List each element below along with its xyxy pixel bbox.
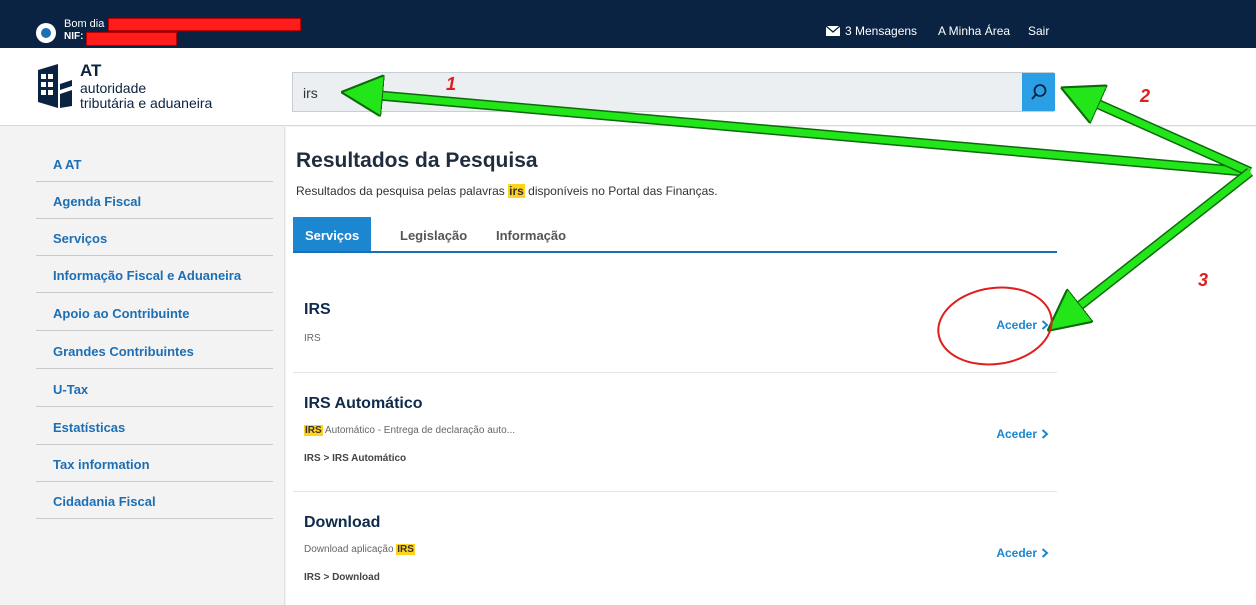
sidebar-item-servicos[interactable]: Serviços	[36, 219, 273, 256]
chevron-right-icon	[1041, 548, 1049, 558]
result-description: IRS	[304, 333, 321, 344]
sidebar-item-agenda-fiscal[interactable]: Agenda Fiscal	[36, 182, 273, 219]
redacted-name	[108, 18, 301, 31]
main-content: Resultados da Pesquisa Resultados da pes…	[286, 127, 1256, 605]
aceder-button[interactable]: Aceder	[996, 427, 1049, 441]
result-item: IRS Automático IRS Automático - Entrega …	[293, 373, 1057, 492]
messages-label: 3 Mensagens	[845, 24, 918, 38]
search-input[interactable]	[303, 83, 1003, 103]
nif-label: NIF:	[64, 31, 84, 42]
result-item: Download Download aplicação IRS IRS > Do…	[293, 492, 1057, 605]
aceder-button[interactable]: Aceder	[996, 546, 1049, 560]
search-icon	[1030, 84, 1046, 100]
sidebar: A AT Agenda Fiscal Serviços Informação F…	[0, 127, 285, 605]
greeting-text: Bom dia	[64, 18, 105, 30]
tab-servicos[interactable]: Serviços	[293, 217, 372, 251]
result-highlight: IRS	[304, 425, 323, 436]
sidebar-item-u-tax[interactable]: U-Tax	[36, 370, 273, 407]
logo-line2: tributária e aduaneira	[80, 95, 213, 111]
result-path: IRS > IRS Automático	[304, 453, 407, 464]
tab-bar: Serviços Legislação Informação	[293, 217, 1057, 253]
result-title[interactable]: IRS	[304, 301, 331, 319]
result-title[interactable]: Download	[304, 514, 380, 532]
logo-line1: autoridade	[80, 80, 147, 96]
result-description: IRS Automático - Entrega de declaração a…	[304, 425, 515, 436]
logout-link[interactable]: Sair	[1028, 24, 1049, 38]
aceder-label: Aceder	[996, 546, 1037, 560]
aceder-button[interactable]: Aceder	[996, 318, 1049, 332]
result-title[interactable]: IRS Automático	[304, 395, 423, 413]
result-desc-text: Automático - Entrega de declaração auto.…	[322, 425, 516, 436]
step-number-3: 3	[1198, 270, 1209, 290]
aceder-label: Aceder	[996, 318, 1037, 332]
chevron-right-icon	[1041, 320, 1049, 330]
header: AT autoridade tributária e aduaneira	[0, 48, 1256, 126]
messages-link[interactable]: 3 Mensagens	[826, 24, 917, 38]
my-area-link[interactable]: A Minha Área	[938, 24, 1010, 38]
tab-informacao[interactable]: Informação	[484, 217, 578, 251]
aceder-label: Aceder	[996, 427, 1037, 441]
sidebar-item-tax-information[interactable]: Tax information	[36, 445, 273, 482]
sidebar-item-informacao-fiscal[interactable]: Informação Fiscal e Aduaneira	[36, 256, 273, 293]
results-subtitle: Resultados da pesquisa pelas palavras ir…	[296, 184, 718, 198]
search-box	[292, 72, 1055, 112]
search-button[interactable]	[1022, 73, 1055, 111]
top-bar: Bom dia NIF: 3 Mensagens A Minha Área Sa…	[0, 0, 1256, 48]
envelope-icon	[826, 26, 840, 36]
result-path: IRS > Download	[304, 572, 380, 583]
result-description: Download aplicação IRS	[304, 544, 415, 555]
page-title: Resultados da Pesquisa	[296, 149, 538, 172]
tab-legislacao[interactable]: Legislação	[388, 217, 479, 251]
step-number-2: 2	[1140, 86, 1151, 106]
page: Bom dia NIF: 3 Mensagens A Minha Área Sa…	[0, 0, 1256, 605]
sidebar-item-a-at[interactable]: A AT	[36, 145, 273, 182]
subtitle-pre: Resultados da pesquisa pelas palavras	[296, 184, 509, 198]
avatar[interactable]	[36, 23, 56, 43]
result-desc-text: Download aplicação	[304, 544, 397, 555]
redacted-nif	[86, 32, 177, 46]
sidebar-item-cidadania-fiscal[interactable]: Cidadania Fiscal	[36, 482, 273, 519]
at-logo-icon[interactable]	[36, 62, 74, 110]
sidebar-item-grandes-contribuintes[interactable]: Grandes Contribuintes	[36, 332, 273, 369]
subtitle-post: disponíveis no Portal das Finanças.	[524, 184, 718, 198]
step-number-1: 1	[446, 74, 457, 94]
subtitle-term: irs	[508, 184, 525, 198]
chevron-right-icon	[1041, 429, 1049, 439]
logo-acronym: AT	[80, 61, 102, 80]
sidebar-item-apoio-contribuinte[interactable]: Apoio ao Contribuinte	[36, 294, 273, 331]
result-highlight: IRS	[396, 544, 415, 555]
result-item: IRS IRS Aceder	[293, 285, 1057, 373]
sidebar-item-estatisticas[interactable]: Estatísticas	[36, 408, 273, 445]
